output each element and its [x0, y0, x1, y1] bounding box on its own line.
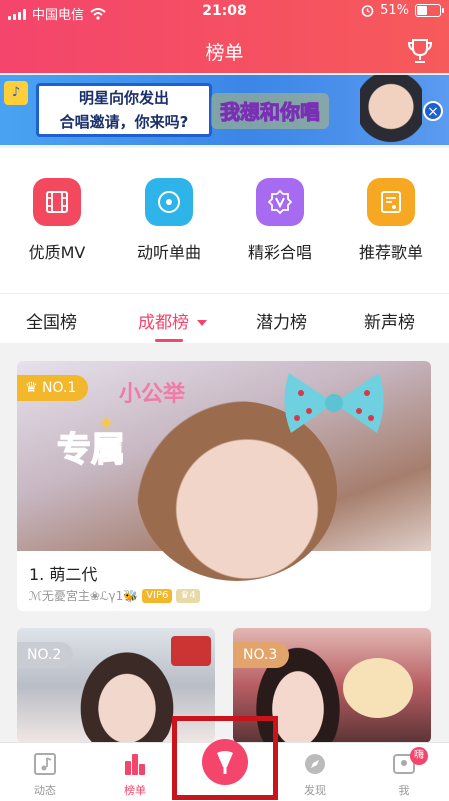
rank-badge-1: ♛ NO.1	[17, 375, 89, 401]
tab-new-voices[interactable]: 新声榜	[364, 308, 415, 333]
category-single-songs[interactable]: 动听单曲	[124, 178, 214, 263]
bow-sticker	[284, 373, 384, 433]
rank-badge-3: NO.3	[233, 642, 290, 668]
crown-badge-count: 4	[189, 589, 196, 601]
battery-percent: 51%	[380, 3, 409, 18]
banner-title-art: 我想和你唱	[211, 93, 329, 129]
top-header: 中国电信 21:08 51% 榜单	[0, 0, 449, 73]
song-title: 1. 萌二代	[29, 565, 98, 584]
v-badge-icon	[256, 178, 304, 226]
banner-art-text: 我想和你唱	[220, 100, 320, 124]
category-quality-mv[interactable]: 优质MV	[12, 178, 102, 263]
song-meta: ℳ无憂宮主❀ℒγ1🐝 VIP6 ♛4	[29, 587, 200, 604]
rank-badge-2: NO.2	[17, 642, 74, 668]
category-label: 推荐歌单	[358, 243, 423, 262]
status-bar: 中国电信 21:08 51%	[0, 0, 449, 24]
sparkle-icon: ✦	[97, 412, 115, 437]
tabbar-feed[interactable]: 动态	[15, 751, 75, 798]
status-right: 51%	[361, 3, 444, 18]
rank-badge-1-label: NO.1	[42, 380, 77, 396]
category-chorus[interactable]: 精彩合唱	[235, 178, 325, 263]
disc-icon	[145, 178, 193, 226]
vip-badge: VIP6	[142, 588, 173, 603]
mv-tag-icon	[171, 636, 211, 666]
caret-down-icon	[197, 320, 207, 326]
tabbar-charts[interactable]: 榜单	[105, 751, 165, 798]
category-label: 动听单曲	[136, 243, 201, 262]
chart-bars-icon	[125, 754, 145, 775]
page-title: 榜单	[205, 42, 244, 64]
crown-icon: ♛	[25, 380, 43, 396]
app-logo-icon: ♪	[4, 81, 28, 105]
tabbar-label: 榜单	[124, 784, 146, 797]
chart-tabs: 全国榜 成都榜 潜力榜 新声榜	[0, 293, 449, 344]
banner-close-button[interactable]: ×	[423, 101, 443, 121]
banner-star-photo	[360, 75, 422, 145]
category-panel: 优质MV 动听单曲 精彩合唱 推荐歌单 全国榜 成都榜 潜力榜 新声榜	[0, 148, 449, 343]
promo-banner[interactable]: ♪ 明星向你发出 合唱邀请，你来吗? 我想和你唱 ×	[0, 75, 449, 145]
alarm-icon	[361, 5, 374, 17]
singer-name[interactable]: ℳ无憂宮主❀ℒγ1🐝	[29, 587, 138, 604]
rank-1-cover: 小公举 专属 ✦ ♛ NO.1	[17, 361, 431, 581]
film-icon	[33, 178, 81, 226]
playlist-icon	[367, 178, 415, 226]
tab-national[interactable]: 全国榜	[26, 308, 77, 333]
category-label: 优质MV	[28, 243, 86, 262]
tab-chengdu[interactable]: 成都榜	[138, 308, 207, 333]
tabbar-label: 发现	[304, 784, 326, 797]
compass-icon	[305, 754, 325, 774]
tabbar-label: 动态	[34, 784, 56, 797]
tab-potential[interactable]: 潜力榜	[256, 308, 307, 333]
crown-badge: ♛4	[176, 588, 200, 603]
banner-line-1: 明星向你发出	[78, 89, 169, 107]
active-tab-indicator	[155, 339, 183, 342]
bear-sticker	[343, 658, 413, 718]
notification-badge: 嗨	[410, 747, 428, 765]
highlight-box	[172, 716, 278, 800]
tab-chengdu-label: 成都榜	[138, 313, 189, 333]
banner-line-2: 合唱邀请，你来吗?	[59, 113, 189, 131]
battery-icon	[415, 4, 444, 17]
rank-card-1[interactable]: 小公举 专属 ✦ ♛ NO.1 1. 萌二代 ℳ无憂宮主❀ℒγ1🐝 VIP6 ♛…	[17, 361, 431, 611]
sticker-text-1: 小公举	[119, 381, 186, 407]
category-label: 精彩合唱	[247, 243, 312, 262]
banner-invite-box: 明星向你发出 合唱邀请，你来吗?	[36, 83, 212, 137]
trophy-icon[interactable]	[405, 36, 435, 66]
tabbar-label: 我	[398, 784, 410, 797]
category-playlists[interactable]: 推荐歌单	[346, 178, 436, 263]
tabbar-discover[interactable]: 发现	[285, 751, 345, 798]
rank-2-photo	[77, 648, 177, 743]
note-card-icon	[34, 753, 56, 775]
